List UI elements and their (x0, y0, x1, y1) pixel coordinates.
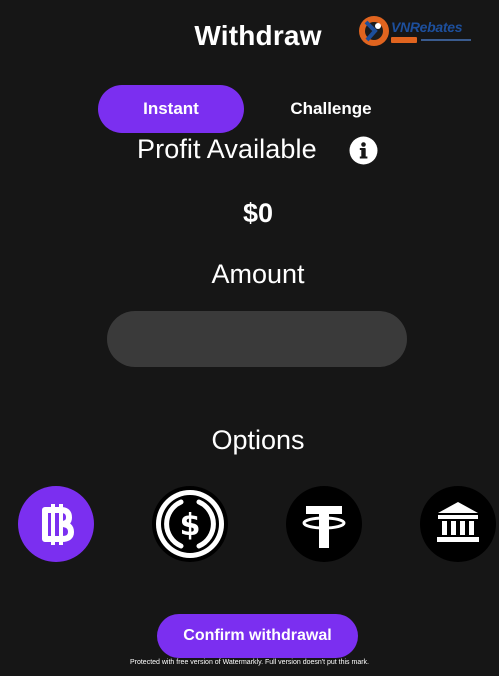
confirm-withdrawal-button[interactable]: Confirm withdrawal (157, 614, 358, 658)
tab-instant[interactable]: Instant (98, 85, 244, 133)
option-tether[interactable] (286, 486, 362, 562)
logo-text: VNRebates (391, 19, 463, 35)
usdc-icon: $ (156, 490, 224, 558)
profit-available-value: $0 (242, 198, 274, 228)
amount-label: Amount (211, 259, 305, 289)
tether-icon (302, 506, 346, 548)
logo-mark-icon (359, 16, 389, 46)
watermark-text: Protected with free version of Watermark… (129, 659, 370, 666)
profit-available-row: Profit Available (0, 132, 499, 168)
tab-challenge[interactable]: Challenge (258, 85, 404, 133)
info-icon[interactable] (349, 136, 378, 165)
profit-available-label: Profit Available (137, 134, 317, 164)
logo-tagline (391, 37, 471, 43)
bitcoin-icon (42, 504, 74, 545)
svg-text:$: $ (180, 508, 201, 543)
vnrebates-logo: VNRebates (357, 14, 475, 48)
option-bank[interactable] (420, 486, 496, 562)
options-label: Options (211, 425, 305, 455)
amount-input[interactable] (107, 311, 407, 367)
option-usdc[interactable]: $ (152, 486, 228, 562)
bank-icon (437, 502, 479, 542)
option-bitcoin[interactable] (18, 486, 94, 562)
